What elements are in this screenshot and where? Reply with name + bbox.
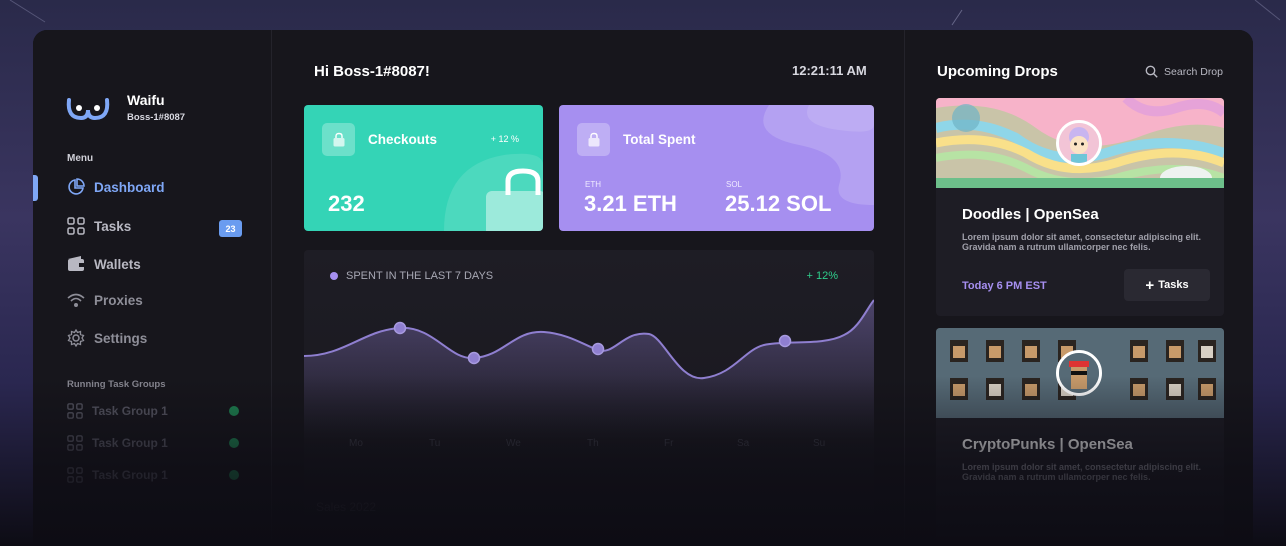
spending-chart-panel: SPENT IN THE LAST 7 DAYS + 12% Mo Tu We …	[304, 250, 874, 546]
wallet-icon	[68, 256, 84, 271]
tasks-count-badge: 23	[219, 220, 242, 237]
active-indicator	[33, 175, 38, 201]
brand: Waifu Boss-1#8087	[65, 92, 185, 123]
chart-title-text: SPENT IN THE LAST 7 DAYS	[346, 270, 494, 282]
task-group-label: Task Group 1	[92, 468, 168, 482]
app-window: Waifu Boss-1#8087 Menu Dashboard Tasks 2…	[33, 30, 1253, 546]
grid-icon	[67, 217, 85, 235]
chart-day-label: We	[506, 438, 521, 449]
sidebar-item-label: Tasks	[94, 218, 132, 234]
sidebar-item-label: Proxies	[94, 292, 143, 308]
chart-day-label: Tu	[429, 438, 441, 449]
running-status-dot	[229, 438, 239, 448]
cryptopunk-avatar	[1056, 350, 1102, 396]
pie-chart-icon	[68, 178, 85, 195]
brand-username: Boss-1#8087	[127, 112, 186, 123]
sol-label: SOL	[726, 180, 743, 189]
sidebar-item-label: Settings	[94, 330, 148, 346]
running-status-dot	[229, 406, 239, 416]
chart-point[interactable]	[467, 351, 481, 365]
wifi-icon	[67, 293, 85, 307]
drop-card-doodles[interactable]: Doodles | OpenSea Lorem ipsum dolor sit …	[936, 98, 1224, 316]
sidebar-item-wallets[interactable]: Wallets	[67, 255, 141, 273]
chart-day-label: Fr	[664, 438, 674, 449]
doodles-avatar	[1056, 120, 1102, 166]
chart-day-label: Su	[813, 438, 826, 449]
sidebar-item-tasks[interactable]: Tasks	[67, 217, 131, 235]
chart-point[interactable]	[393, 321, 407, 335]
bag-icon	[577, 123, 610, 156]
chart-change: + 12%	[806, 270, 839, 282]
running-task-groups-label: Running Task Groups	[67, 379, 166, 390]
checkouts-card[interactable]: Checkouts + 12 % 232	[304, 105, 543, 231]
brand-name: Waifu	[127, 92, 165, 108]
drop-card-cryptopunks[interactable]: CryptoPunks | OpenSea Lorem ipsum dolor …	[936, 328, 1224, 546]
checkouts-value: 232	[328, 191, 365, 216]
sidebar-item-label: Wallets	[94, 256, 141, 272]
clock: 12:21:11 AM	[792, 63, 867, 78]
task-group-item[interactable]: Task Group 1	[67, 403, 239, 419]
plus-icon: +	[1145, 276, 1155, 294]
tasks-button-label: Tasks	[1158, 279, 1189, 291]
upcoming-drops-title: Upcoming Drops	[937, 63, 1058, 80]
sidebar-item-proxies[interactable]: Proxies	[67, 291, 143, 309]
sidebar: Waifu Boss-1#8087 Menu Dashboard Tasks 2…	[33, 30, 272, 546]
grid-icon	[67, 435, 83, 451]
bag-icon	[322, 123, 355, 156]
drop-title: Doodles | OpenSea	[962, 206, 1099, 223]
grid-icon	[67, 467, 83, 483]
greeting: Hi Boss-1#8087!	[314, 63, 430, 80]
task-group-label: Task Group 1	[92, 436, 168, 450]
upcoming-drops-panel: Upcoming Drops Search Drop Doodles | Ope…	[904, 30, 1253, 546]
grid-icon	[67, 403, 83, 419]
chart-title: SPENT IN THE LAST 7 DAYS	[330, 270, 493, 282]
drop-description: Lorem ipsum dolor sit amet, consectetur …	[962, 462, 1202, 482]
chart-day-label: Mo	[349, 438, 363, 449]
running-status-dot	[229, 470, 239, 480]
eth-label: ETH	[585, 180, 601, 189]
search-drop[interactable]: Search Drop	[1145, 65, 1223, 78]
search-icon	[1145, 65, 1158, 78]
chart-day-label: Sa	[737, 438, 750, 449]
drop-title: CryptoPunks | OpenSea	[962, 436, 1133, 453]
gear-icon	[67, 329, 85, 347]
legend-dot	[330, 272, 338, 280]
task-group-item[interactable]: Task Group 1	[67, 467, 239, 483]
sidebar-item-settings[interactable]: Settings	[67, 329, 147, 347]
total-spent-card[interactable]: Total Spent ETH 3.21 ETH SOL 25.12 SOL	[559, 105, 874, 231]
drop-description: Lorem ipsum dolor sit amet, consectetur …	[962, 232, 1202, 252]
search-label: Search Drop	[1164, 65, 1223, 78]
sol-value: 25.12 SOL	[725, 191, 832, 216]
eth-value: 3.21 ETH	[584, 191, 677, 216]
menu-label: Menu	[67, 153, 94, 164]
drop-time: Today 6 PM EST	[962, 280, 1047, 292]
checkouts-change: + 12 %	[490, 134, 519, 144]
sidebar-item-dashboard[interactable]: Dashboard	[67, 178, 165, 196]
add-tasks-button[interactable]: + Tasks	[1124, 269, 1210, 301]
checkouts-title: Checkouts	[368, 132, 438, 147]
chart-point[interactable]	[778, 334, 792, 348]
drop-banner	[936, 328, 1224, 418]
sidebar-item-label: Dashboard	[94, 179, 165, 195]
chart-area	[304, 300, 874, 440]
task-group-item[interactable]: Task Group 1	[67, 435, 239, 451]
sales-label: Sales 2022	[316, 500, 377, 514]
drop-banner	[936, 98, 1224, 188]
spending-line-chart	[304, 299, 874, 440]
task-group-label: Task Group 1	[92, 404, 168, 418]
chart-point[interactable]	[591, 342, 605, 356]
waifu-logo-icon	[66, 97, 110, 120]
total-spent-title: Total Spent	[623, 132, 696, 147]
chart-day-label: Th	[587, 438, 599, 449]
